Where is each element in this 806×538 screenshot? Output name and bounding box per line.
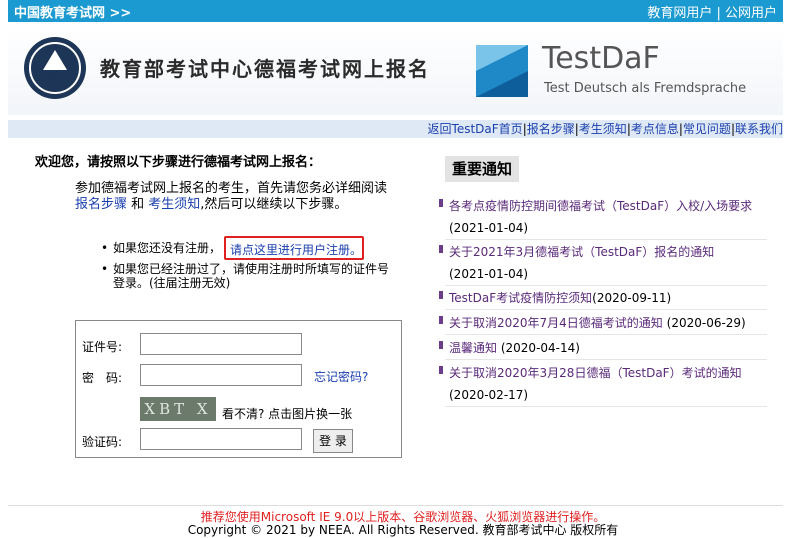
notice-link[interactable]: TestDaF考试疫情防控须知 (445, 291, 592, 305)
notice-item: TestDaF考试疫情防控须知(2020-09-11) (439, 287, 767, 310)
notice-date: (2020-06-29) (666, 316, 746, 330)
nav-home[interactable]: 返回TestDaF首页 (428, 122, 523, 136)
testdaf-brand-name: TestDaF (542, 41, 660, 76)
notice-date: (2020-09-11) (592, 291, 672, 305)
neea-seal-logo: NEEA (24, 37, 86, 99)
id-label: 证件号: (82, 340, 123, 354)
id-number-input[interactable] (140, 333, 302, 355)
notice-link[interactable]: 各考点疫情防控期间德福考试（TestDaF）入校/入场要求 (445, 199, 752, 213)
register-link[interactable]: 请点这里进行用户注册。 (230, 241, 362, 258)
notice-date: (2020-04-14) (500, 341, 580, 355)
bullet-register: • 如果您还没有注册， (101, 241, 222, 255)
captcha-refresh-hint: 看不清? 点击图片换一张 (222, 407, 353, 421)
notices-title: 重要通知 (445, 156, 519, 182)
header-banner: NEEA 教育部考试中心德福考试网上报名 TestDaF Test Deutsc… (8, 27, 783, 115)
page-title: 教育部考试中心德福考试网上报名 (100, 57, 430, 81)
notice-link[interactable]: 温馨通知 (445, 341, 497, 355)
nav-instructions[interactable]: 考生须知 (579, 122, 627, 136)
notice-date: (2021-01-04) (449, 267, 529, 281)
login-button[interactable]: 登 录 (313, 429, 353, 453)
testdaf-logo-icon (476, 45, 528, 97)
nav-faq[interactable]: 常见问题 (683, 122, 731, 136)
notice-date: (2020-02-17) (449, 388, 529, 402)
nav-steps[interactable]: 报名步骤 (527, 122, 575, 136)
notice-item: 各考点疫情防控期间德福考试（TestDaF）入校/入场要求 (2021-01-04… (439, 195, 767, 240)
notice-item: 关于2021年3月德福考试（TestDaF）报名的通知 (2021-01-04) (439, 241, 767, 286)
notice-item: 关于取消2020年7月4日德福考试的通知 (2020-06-29) (439, 312, 767, 335)
password-input[interactable] (140, 364, 302, 386)
notice-link[interactable]: 关于2021年3月德福考试（TestDaF）报名的通知 (445, 245, 714, 259)
login-form: 证件号: 密 码: 忘记密码? XBT X 看不清? 点击图片换一张 验证码: … (75, 320, 402, 458)
captcha-input[interactable] (140, 428, 302, 450)
notice-item: 关于取消2020年3月28日德福（TestDaF）考试的通知 (2020-02-1… (439, 362, 767, 407)
notice-item: 温馨通知 (2020-04-14) (439, 337, 767, 360)
captcha-label: 验证码: (82, 435, 123, 449)
separator: | (712, 6, 725, 21)
forgot-password-link[interactable]: 忘记密码? (314, 368, 368, 385)
footer-divider (8, 505, 783, 506)
intro-text: 参加德福考试网上报名的考生，首先请您务必详细阅读 报名步骤 和 考生须知,然后可… (75, 181, 388, 212)
notice-link[interactable]: 关于取消2020年3月28日德福（TestDaF）考试的通知 (445, 366, 742, 380)
public-network-user-link[interactable]: 公网用户 (725, 6, 777, 21)
copyright: Copyright © 2021 by NEEA. All Rights Res… (187, 523, 619, 537)
welcome-heading: 欢迎您，请按照以下步骤进行德福考试网上报名： (35, 155, 322, 170)
seal-text: NEEA (43, 73, 67, 82)
captcha-image[interactable]: XBT X (140, 397, 216, 421)
instructions-link[interactable]: 考生须知 (148, 197, 200, 212)
top-bar: 中国教育考试网 >> 教育网用户 | 公网用户 (8, 0, 783, 22)
steps-link[interactable]: 报名步骤 (75, 197, 127, 212)
nav-centers[interactable]: 考点信息 (631, 122, 679, 136)
password-label: 密 码: (82, 371, 123, 385)
nav-bar: 返回TestDaF首页|报名步骤|考生须知|考点信息|常见问题|联系我们 (8, 120, 783, 138)
testdaf-brand-subtitle: Test Deutsch als Fremdsprache (544, 81, 747, 96)
edu-network-user-link[interactable]: 教育网用户 (647, 6, 712, 21)
register-link-box: 请点这里进行用户注册。 (224, 236, 364, 260)
bullet-login: • 如果您已经注册过了，请使用注册时所填写的证件号登录。(往届注册无效) (101, 262, 390, 290)
notice-link[interactable]: 关于取消2020年7月4日德福考试的通知 (445, 316, 663, 330)
user-type-links: 教育网用户 | 公网用户 (647, 2, 777, 21)
site-home-link[interactable]: 中国教育考试网 >> (14, 2, 131, 21)
notice-date: (2021-01-04) (449, 221, 529, 235)
nav-contact[interactable]: 联系我们 (735, 122, 783, 136)
